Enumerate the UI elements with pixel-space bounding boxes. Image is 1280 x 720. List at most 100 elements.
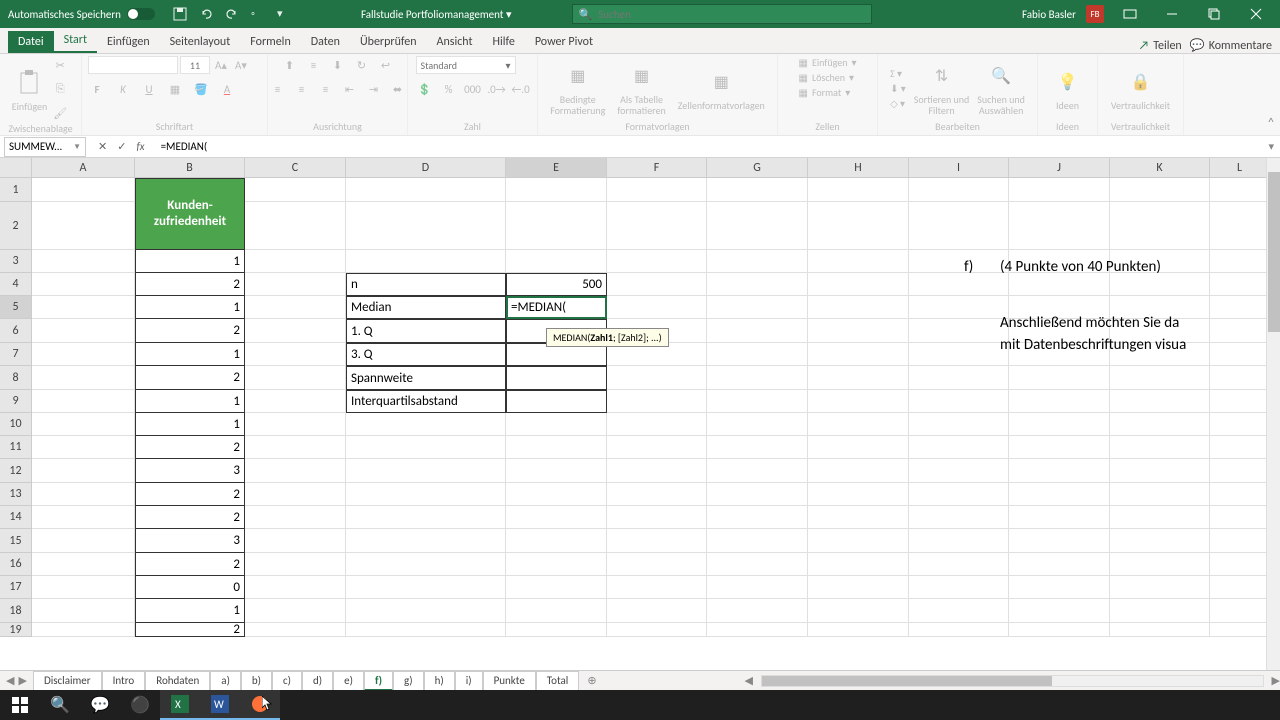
column-header-K[interactable]: K xyxy=(1110,158,1210,178)
cell-B17[interactable]: 0 xyxy=(135,576,245,599)
cell-F2[interactable] xyxy=(607,202,707,250)
cell-I9[interactable] xyxy=(909,390,1009,413)
comma-icon[interactable]: 000 xyxy=(464,80,482,98)
row-header-14[interactable]: 14 xyxy=(0,506,32,529)
copy-icon[interactable]: ⎘ xyxy=(51,80,69,98)
cell-E16[interactable] xyxy=(506,553,607,576)
row-header-6[interactable]: 6 xyxy=(0,319,32,343)
cell-K19[interactable] xyxy=(1110,623,1210,637)
cell-J12[interactable] xyxy=(1009,459,1110,483)
sheet-tab-Intro[interactable]: Intro xyxy=(102,671,146,691)
maximize-button[interactable] xyxy=(1198,0,1230,28)
cell-F8[interactable] xyxy=(607,366,707,390)
cell-H19[interactable] xyxy=(808,623,909,637)
cell-L15[interactable] xyxy=(1210,529,1270,553)
cell-H2[interactable] xyxy=(808,202,909,250)
cell-G11[interactable] xyxy=(707,436,808,459)
decrease-decimal-icon[interactable]: ←.0 xyxy=(512,80,530,98)
tab-view[interactable]: Ansicht xyxy=(427,31,483,53)
ideas-icon[interactable]: 💡 xyxy=(1052,66,1084,98)
cell-D2[interactable] xyxy=(346,202,506,250)
cell-H14[interactable] xyxy=(808,506,909,529)
tab-pagelayout[interactable]: Seitenlayout xyxy=(160,31,241,53)
font-color-icon[interactable]: A xyxy=(218,80,236,98)
cell-H10[interactable] xyxy=(808,413,909,436)
cell-K2[interactable] xyxy=(1110,202,1210,250)
cell-J13[interactable] xyxy=(1009,483,1110,506)
qat-dropdown-icon[interactable]: ▾ xyxy=(277,7,291,21)
comments-button[interactable]: 💬 Kommentare xyxy=(1190,38,1272,53)
cell-F10[interactable] xyxy=(607,413,707,436)
cell-G10[interactable] xyxy=(707,413,808,436)
cell-J8[interactable] xyxy=(1009,366,1110,390)
cell-B11[interactable]: 2 xyxy=(135,436,245,459)
cell-H8[interactable] xyxy=(808,366,909,390)
cell-C3[interactable] xyxy=(245,250,346,273)
cells-delete-button[interactable]: ▦ Löschen ▾ xyxy=(798,71,854,84)
sheet-tab-h[interactable]: h) xyxy=(424,671,455,691)
cell-E18[interactable] xyxy=(506,599,607,623)
cell-H11[interactable] xyxy=(808,436,909,459)
sheet-tab-e[interactable]: e) xyxy=(333,671,364,691)
cell-E9[interactable] xyxy=(506,390,607,413)
cell-A3[interactable] xyxy=(32,250,135,273)
search-input[interactable] xyxy=(598,8,864,21)
taskbar-word-icon[interactable]: W xyxy=(200,690,240,720)
cell-J9[interactable] xyxy=(1009,390,1110,413)
cell-J4[interactable] xyxy=(1009,273,1110,296)
sheet-tab-g[interactable]: g) xyxy=(393,671,424,691)
cell-D7[interactable]: 3. Q xyxy=(346,343,506,366)
orientation-icon[interactable]: ↻ xyxy=(353,56,371,74)
cell-K10[interactable] xyxy=(1110,413,1210,436)
row-header-4[interactable]: 4 xyxy=(0,273,32,296)
decrease-indent-icon[interactable]: ⇤ xyxy=(341,80,359,98)
cell-B13[interactable]: 2 xyxy=(135,483,245,506)
wrap-text-icon[interactable]: ↩ xyxy=(377,56,395,74)
cell-J11[interactable] xyxy=(1009,436,1110,459)
cell-I6[interactable] xyxy=(909,319,1009,343)
cell-F18[interactable] xyxy=(607,599,707,623)
cell-H9[interactable] xyxy=(808,390,909,413)
cells-format-button[interactable]: ▦ Format ▾ xyxy=(798,86,850,99)
cell-L7[interactable] xyxy=(1210,343,1270,366)
cell-K4[interactable] xyxy=(1110,273,1210,296)
cell-H7[interactable] xyxy=(808,343,909,366)
toggle-switch[interactable] xyxy=(127,8,155,20)
cell-A7[interactable] xyxy=(32,343,135,366)
cell-C18[interactable] xyxy=(245,599,346,623)
cell-A15[interactable] xyxy=(32,529,135,553)
cell-G1[interactable] xyxy=(707,178,808,202)
cell-E2[interactable] xyxy=(506,202,607,250)
cell-F5[interactable] xyxy=(607,296,707,319)
cell-L1[interactable] xyxy=(1210,178,1270,202)
cell-A6[interactable] xyxy=(32,319,135,343)
cell-L12[interactable] xyxy=(1210,459,1270,483)
row-header-13[interactable]: 13 xyxy=(0,483,32,506)
cell-A9[interactable] xyxy=(32,390,135,413)
cell-E8[interactable] xyxy=(506,366,607,390)
sheet-tab-Rohdaten[interactable]: Rohdaten xyxy=(145,671,210,691)
ribbon-display-icon[interactable] xyxy=(1114,0,1146,28)
currency-icon[interactable]: 💲 xyxy=(416,80,434,98)
tab-file[interactable]: Datei xyxy=(8,31,54,53)
cell-B10[interactable]: 1 xyxy=(135,413,245,436)
cell-E5[interactable]: =MEDIAN( xyxy=(506,296,607,319)
column-header-A[interactable]: A xyxy=(32,158,135,178)
taskbar-excel-icon[interactable]: X xyxy=(160,690,200,720)
cell-H15[interactable] xyxy=(808,529,909,553)
row-header-7[interactable]: 7 xyxy=(0,343,32,366)
tab-data[interactable]: Daten xyxy=(301,31,350,53)
cell-E17[interactable] xyxy=(506,576,607,599)
align-left-icon[interactable]: ≡ xyxy=(269,80,287,98)
row-header-16[interactable]: 16 xyxy=(0,553,32,576)
cell-A8[interactable] xyxy=(32,366,135,390)
cells-insert-button[interactable]: ▦ Einfügen ▾ xyxy=(798,56,856,69)
minimize-button[interactable] xyxy=(1156,0,1188,28)
name-box[interactable]: SUMMEW...▼ xyxy=(4,137,86,157)
close-button[interactable] xyxy=(1240,0,1272,28)
cell-K12[interactable] xyxy=(1110,459,1210,483)
cell-C12[interactable] xyxy=(245,459,346,483)
tab-powerpivot[interactable]: Power Pivot xyxy=(525,31,603,53)
cell-E4[interactable]: 500 xyxy=(506,273,607,296)
vertical-scrollbar-thumb[interactable] xyxy=(1268,172,1280,332)
